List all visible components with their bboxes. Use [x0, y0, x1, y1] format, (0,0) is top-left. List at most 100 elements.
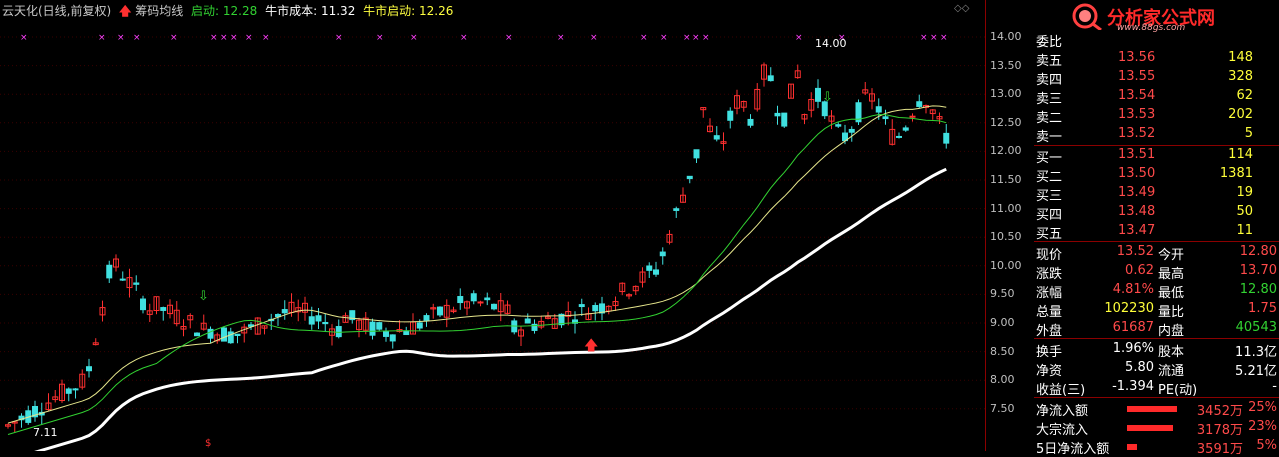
price-tick-label: 13.00: [990, 87, 1022, 101]
buy-label: 买一: [1036, 151, 1063, 166]
up-arrow-icon: 🡅: [584, 338, 598, 354]
down-arrow-icon: ⇩: [822, 90, 833, 105]
buy-volume: 1381: [1219, 166, 1253, 181]
candlestick-svg[interactable]: × × × × × × × × × × × × × × × × × × × × × × × × × × ×14.007.11⇩⇩🡅$: [0, 0, 985, 457]
fund-label: 收益(三): [1036, 383, 1086, 398]
candle-body: [815, 87, 821, 102]
flow-label: 5日净流入额: [1036, 442, 1110, 457]
quote-value: 4.81%: [1112, 282, 1154, 297]
quote-row: 涨跌 0.62 最高 13.70: [1034, 262, 1279, 282]
bull-start-label: 牛市启动:: [363, 4, 416, 18]
sell-price: 13.53: [1118, 107, 1156, 122]
candle-body: [160, 307, 167, 311]
top-x-marker: ×: [410, 33, 418, 43]
candle-body: [403, 330, 410, 336]
candle-body: [423, 315, 430, 321]
top-x-marker: ×: [98, 33, 106, 43]
sell-price: 13.55: [1118, 69, 1156, 84]
sell-label: 卖四: [1036, 73, 1063, 88]
candle-body: [234, 333, 241, 337]
window-controls[interactable]: ◇◇: [954, 3, 969, 14]
buy-label: 买五: [1036, 227, 1063, 242]
buy-volume: 114: [1228, 147, 1253, 162]
candle-body: [693, 149, 700, 159]
top-x-marker: ×: [920, 33, 928, 43]
candle-body: [943, 132, 950, 144]
top-x-marker: ×: [220, 33, 228, 43]
candle-body: [646, 265, 653, 271]
quote-label: 总量: [1036, 305, 1063, 320]
start-value: 12.28: [222, 4, 258, 18]
fund-value: 1.96%: [1112, 341, 1154, 356]
top-x-marker: ×: [505, 33, 513, 43]
buy-row: 买四 13.48 50: [1034, 203, 1279, 223]
fund-label-2: 流通: [1158, 364, 1185, 379]
fund-value: 5.80: [1125, 360, 1154, 375]
top-x-marker: ×: [660, 33, 668, 43]
flow-label: 大宗流入: [1036, 423, 1089, 438]
candle-body: [470, 293, 477, 302]
top-x-marker: ×: [170, 33, 178, 43]
quote-value: 0.62: [1125, 263, 1154, 278]
flow-bar: [1127, 425, 1173, 431]
chart-header: 云天化(日线,前复权) 🡅 筹码均线 启动: 12.28 牛市成本: 11.32…: [2, 2, 457, 18]
buy-label: 买二: [1036, 170, 1063, 185]
top-x-marker: ×: [245, 33, 253, 43]
price-tick-label: 13.50: [990, 58, 1022, 72]
quote-row: 涨幅 4.81% 最低 12.80: [1034, 281, 1279, 301]
sell-label: 卖二: [1036, 111, 1063, 126]
magnifier-logo-icon: [1072, 3, 1102, 32]
buy-price: 13.50: [1118, 166, 1156, 181]
sell-label: 卖五: [1036, 54, 1063, 69]
candle-body: [653, 269, 659, 275]
fund-label: 换手: [1036, 345, 1063, 360]
candle-body: [835, 124, 842, 127]
candle-body: [673, 208, 680, 211]
sell-volume: 202: [1228, 107, 1253, 122]
candle-body: [896, 135, 902, 138]
buy-volume: 50: [1236, 204, 1253, 219]
candle-body: [477, 301, 484, 304]
indicator-name[interactable]: 筹码均线: [135, 4, 183, 18]
price-tick-label: 9.50: [990, 287, 1015, 301]
quote-value: 13.52: [1116, 244, 1154, 259]
bull-start-value: 12.26: [419, 4, 454, 18]
top-x-marker: ×: [117, 33, 125, 43]
quote-value-2: 12.80: [1239, 282, 1277, 297]
down-arrow-icon: ⇩: [198, 289, 209, 304]
kline-chart[interactable]: × × × × × × × × × × × × × × × × × × × × × × × × × × × 14.00 7.11 ⇩ ⇩ 🡅 $…: [0, 0, 985, 457]
candle-body: [457, 296, 464, 304]
flow-value: 3178万: [1196, 423, 1243, 438]
buy-row: 买二 13.50 1381: [1034, 165, 1279, 185]
candle-body: [916, 101, 923, 107]
quote-label: 涨幅: [1036, 286, 1063, 301]
flow-label: 净流入额: [1036, 404, 1089, 419]
candle-body: [713, 135, 720, 140]
top-x-marker: ×: [702, 33, 710, 43]
flow-bar: [1127, 444, 1137, 450]
candle-body: [848, 128, 855, 133]
fund-value-2: -: [1272, 379, 1277, 394]
candle-body: [383, 331, 389, 337]
sell-volume: 5: [1244, 126, 1253, 141]
buy-volume: 19: [1236, 185, 1253, 200]
stock-title[interactable]: 云天化(日线,前复权): [2, 4, 111, 18]
quote-label-2: 内盘: [1158, 324, 1185, 339]
orderbook-title: 委比: [1036, 35, 1063, 50]
sell-row: 卖二 13.53 202: [1034, 106, 1279, 126]
candle-body: [416, 322, 423, 329]
buy-price: 13.47: [1118, 223, 1156, 238]
candle-body: [747, 118, 754, 126]
sell-price: 13.52: [1118, 126, 1156, 141]
top-x-marker: ×: [20, 33, 28, 43]
candle-body: [659, 251, 666, 257]
candle-body: [781, 112, 788, 127]
sell-price: 13.54: [1118, 88, 1156, 103]
fund-row: 净资 5.80 流通 5.21亿: [1034, 359, 1279, 379]
candle-body: [194, 332, 200, 337]
flow-divider: [1034, 397, 1279, 398]
buy-signal-icon: $: [205, 438, 211, 449]
candle-body: [484, 297, 491, 301]
quote-row: 现价 13.52 今开 12.80: [1034, 243, 1279, 263]
price-tick-label: 7.50: [990, 401, 1015, 415]
